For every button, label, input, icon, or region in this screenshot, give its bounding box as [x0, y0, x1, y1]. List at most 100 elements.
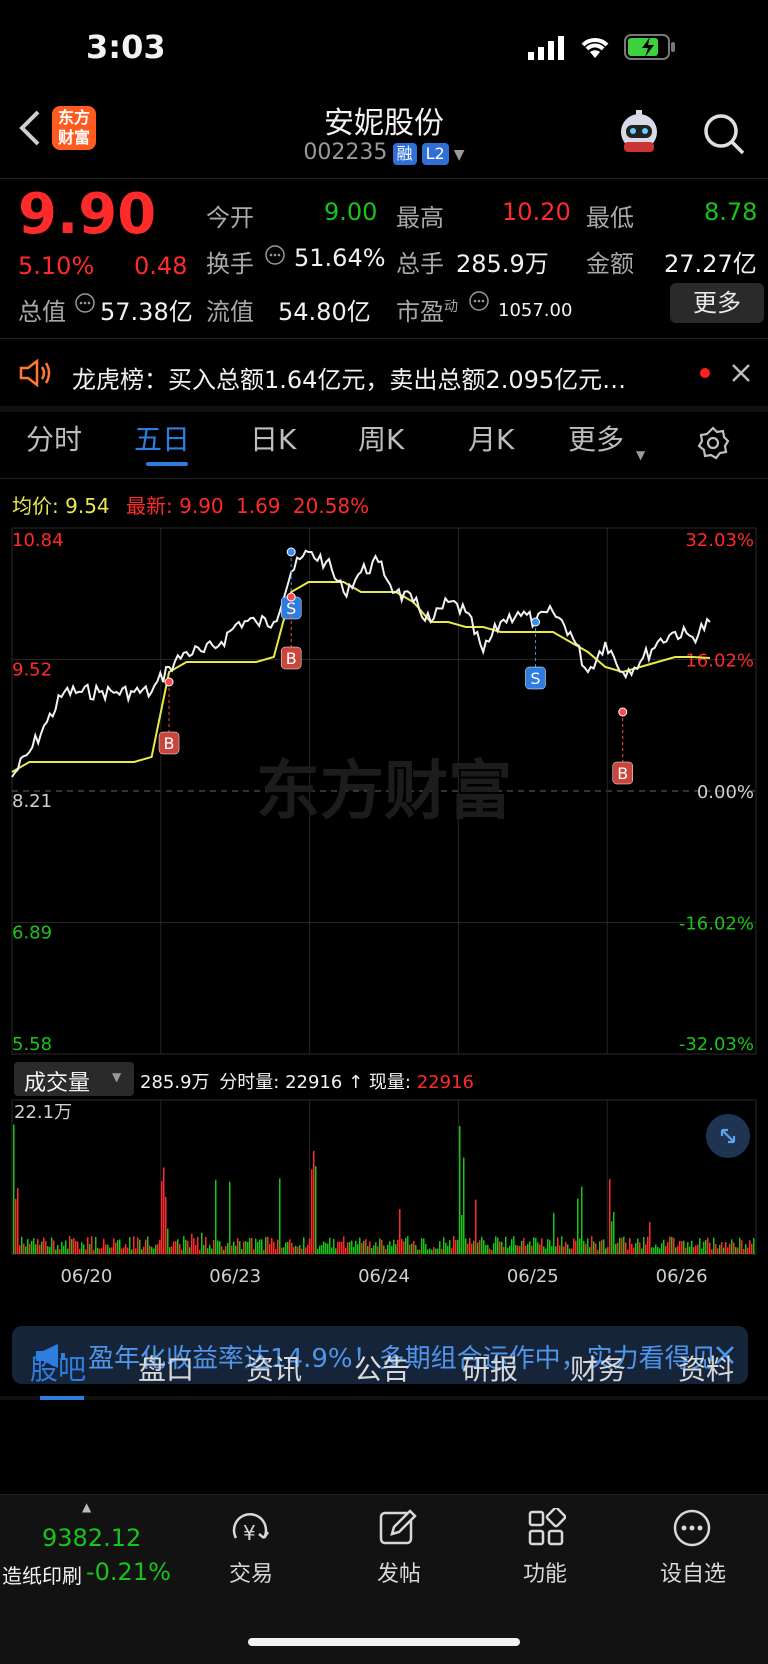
compose-icon[interactable] [378, 1508, 418, 1552]
expand-icon[interactable] [706, 1114, 750, 1158]
volume-bar [675, 1247, 677, 1254]
price-chart[interactable]: 东方财富 10.84 9.52 8.21 6.89 5.58 32.03% 16.02% 0.0… [0, 522, 768, 1062]
close-icon[interactable] [730, 362, 752, 388]
robot-assistant-icon[interactable] [616, 110, 662, 158]
tab-profile[interactable]: 资料 [678, 1348, 734, 1388]
volume-bar [655, 1244, 657, 1254]
more-button[interactable]: 更多 [670, 283, 764, 323]
volume-bar [679, 1240, 681, 1254]
volume-bar [439, 1241, 441, 1254]
volume-bar [459, 1126, 461, 1254]
tab-orderbook[interactable]: 盘口 [138, 1348, 194, 1388]
volume-bar [133, 1236, 135, 1254]
tab-financials[interactable]: 财务 [570, 1348, 626, 1388]
watermark: 东方财富 [256, 755, 512, 829]
grid-icon[interactable] [526, 1506, 567, 1552]
info-icon[interactable] [74, 292, 96, 318]
volume-bar [483, 1240, 485, 1254]
tab-research[interactable]: 研报 [462, 1348, 518, 1388]
volume-bar [15, 1198, 17, 1254]
gear-icon[interactable] [696, 426, 730, 464]
volume-bar [83, 1244, 85, 1254]
volume-bar [493, 1243, 495, 1254]
info-icon[interactable] [264, 244, 286, 270]
volume-bar [421, 1238, 423, 1254]
tab-monthly-k[interactable]: 月K [468, 418, 514, 458]
nav-post[interactable]: 发帖 [354, 1556, 444, 1588]
volume-bar [53, 1240, 55, 1254]
volume-bar [667, 1242, 669, 1254]
volume-bar [349, 1241, 351, 1254]
volume-bar [745, 1244, 747, 1254]
tab-daily-k[interactable]: 日K [250, 418, 296, 458]
notice-text[interactable]: 龙虎榜：买入总额1.64亿元，卖出总额2.095亿元… [72, 360, 626, 395]
volume-bar [445, 1242, 447, 1254]
volume-bar [49, 1246, 51, 1254]
tab-intraday[interactable]: 分时 [26, 418, 82, 458]
volume-bar [289, 1239, 291, 1254]
volume-bar [165, 1196, 167, 1254]
volume-bar [265, 1236, 267, 1254]
low-value: 8.78 [704, 198, 758, 226]
volume-selector[interactable]: 成交量 ▼ [14, 1062, 134, 1096]
more-dots-icon[interactable] [672, 1508, 712, 1552]
tab-news[interactable]: 资讯 [246, 1348, 302, 1388]
volume-bar [661, 1243, 663, 1254]
volume-bar [563, 1246, 565, 1254]
volume-bar [725, 1242, 727, 1254]
nav-customize-watchlist[interactable]: 设自选 [648, 1556, 738, 1588]
volume-info: 285.9万 分时量: 22916 ↑ 现量: 22916 [140, 1072, 474, 1093]
volume-bar [69, 1236, 71, 1254]
volume-bar [119, 1239, 121, 1254]
volume-bar [145, 1239, 147, 1254]
volume-bar [273, 1241, 275, 1254]
volume-bar [587, 1238, 589, 1254]
volume-bar [533, 1237, 535, 1254]
tab-five-day[interactable]: 五日 [134, 418, 190, 458]
margin-badge: 融 [392, 143, 417, 165]
volume-bar [403, 1241, 405, 1254]
volume-bar [547, 1239, 549, 1254]
tab-guba[interactable]: 股吧 [30, 1348, 86, 1388]
notice-dot [700, 368, 710, 378]
volume-bar [481, 1236, 483, 1254]
volume-bar [79, 1248, 81, 1254]
speaker-icon [18, 358, 52, 392]
nav-trade[interactable]: 交易 [206, 1556, 296, 1588]
volume-bar [629, 1237, 631, 1254]
tab-more[interactable]: 更多 [568, 418, 624, 458]
volume-bar [381, 1239, 383, 1254]
volume-bar [651, 1247, 653, 1254]
volume-bar [593, 1241, 595, 1254]
volume-bar [191, 1233, 193, 1254]
trade-icon[interactable]: ¥ [228, 1510, 274, 1554]
volume-bar [559, 1245, 561, 1254]
info-icon[interactable] [468, 290, 490, 316]
volume-bar [379, 1238, 381, 1254]
price-axis-label: 6.89 [12, 923, 52, 944]
mktcap-label: 总值 [18, 298, 66, 326]
volume-bar [367, 1245, 369, 1254]
volume-bar [55, 1249, 57, 1254]
volume-bar [107, 1244, 109, 1254]
volume-bar [699, 1238, 701, 1254]
volume-bar [45, 1241, 47, 1254]
tab-active-indicator [146, 462, 188, 466]
tab-weekly-k[interactable]: 周K [358, 418, 404, 458]
volume-bar [101, 1247, 103, 1254]
nav-functions[interactable]: 功能 [500, 1556, 590, 1588]
volume-bar [599, 1241, 601, 1254]
volume-bar [313, 1150, 315, 1254]
volume-bar [703, 1241, 705, 1254]
volume-bar [607, 1247, 609, 1254]
volume-bar [411, 1243, 413, 1254]
search-icon[interactable] [702, 112, 746, 160]
volume-bar [505, 1236, 507, 1254]
volume-bar [489, 1248, 491, 1254]
volume-bar [317, 1248, 319, 1254]
volume-bar [677, 1245, 679, 1254]
price-axis-label: 10.84 [12, 530, 64, 551]
index-value[interactable]: 9382.12 [42, 1524, 141, 1552]
tab-announcements[interactable]: 公告 [354, 1348, 410, 1388]
volume-bar [415, 1244, 417, 1254]
